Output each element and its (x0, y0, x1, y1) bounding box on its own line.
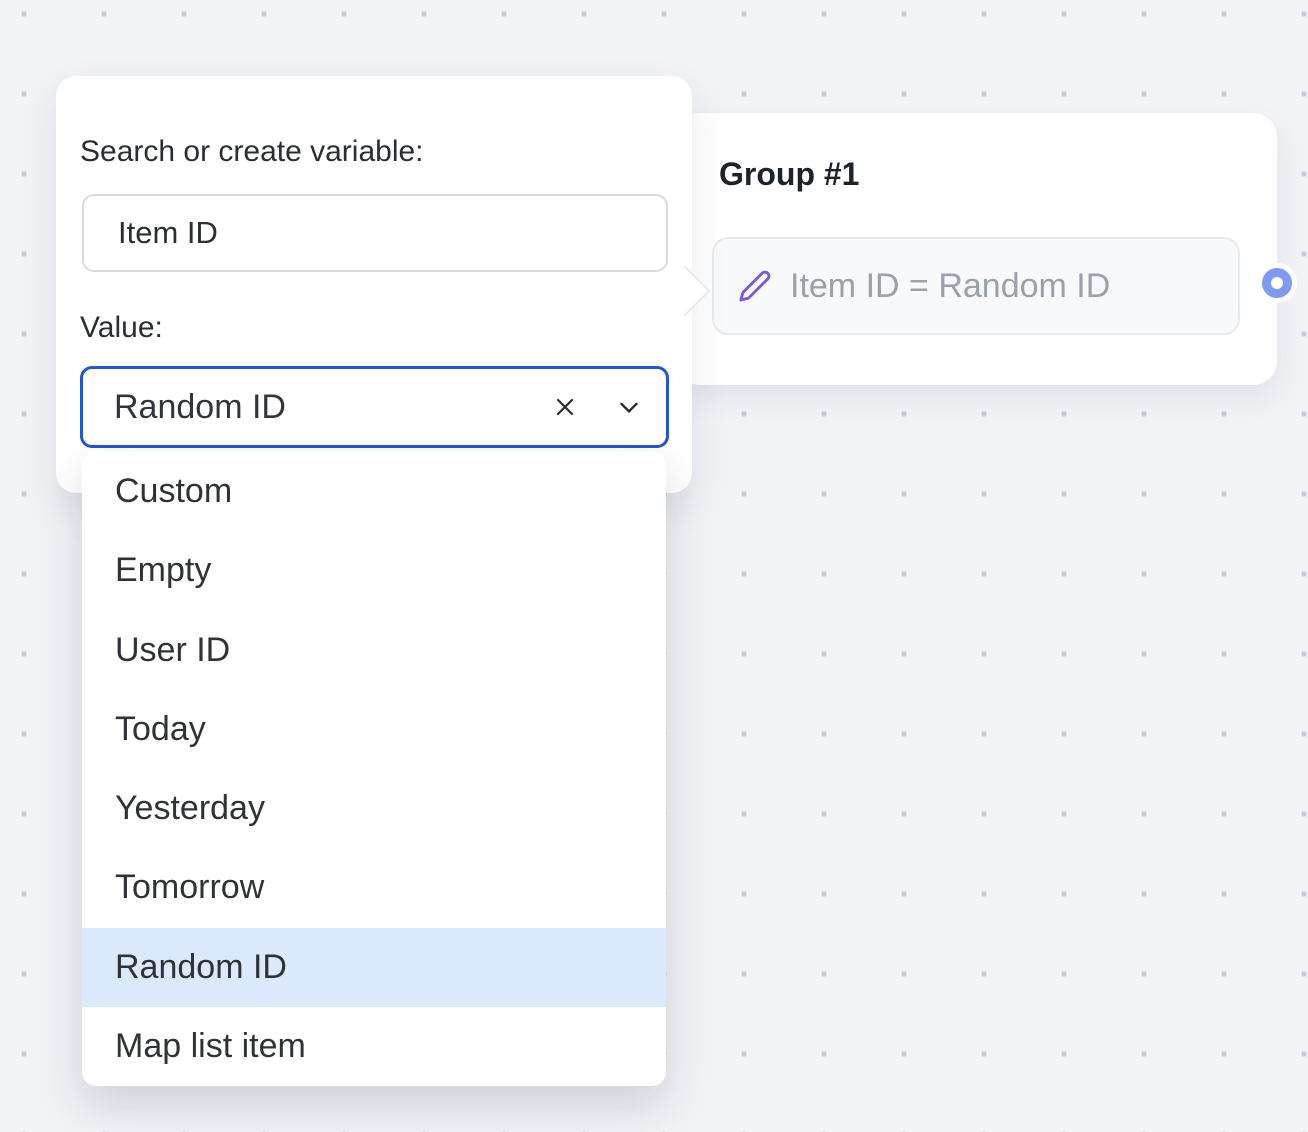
dropdown-item-label: Map list item (115, 1027, 306, 1066)
value-select[interactable]: Random ID (80, 366, 669, 448)
value-label: Value: (80, 310, 163, 346)
variable-search-input[interactable] (82, 194, 668, 272)
dropdown-item[interactable]: Today (82, 690, 666, 769)
chevron-down-icon[interactable] (614, 392, 644, 422)
condition-label: Item ID = Random ID (790, 267, 1110, 306)
value-dropdown: Custom Empty User ID Today Yesterday Tom… (82, 452, 666, 1086)
dropdown-item[interactable]: User ID (82, 611, 666, 690)
output-connector-handle[interactable] (1262, 268, 1292, 298)
dropdown-item-label: Random ID (115, 948, 287, 987)
dropdown-item-label: User ID (115, 631, 230, 670)
dropdown-item[interactable]: Empty (82, 531, 666, 610)
dropdown-item[interactable]: Random ID (82, 928, 666, 1007)
group-title: Group #1 (719, 157, 859, 192)
search-variable-label: Search or create variable: (80, 134, 424, 170)
dropdown-item-label: Yesterday (115, 789, 265, 828)
clear-icon[interactable] (551, 393, 579, 421)
dropdown-item[interactable]: Custom (82, 452, 666, 531)
dropdown-item[interactable]: Yesterday (82, 769, 666, 848)
condition-row[interactable]: Item ID = Random ID (712, 237, 1240, 335)
dropdown-item[interactable]: Map list item (82, 1007, 666, 1086)
dropdown-item-label: Custom (115, 472, 232, 511)
dropdown-item[interactable]: Tomorrow (82, 848, 666, 927)
pencil-icon[interactable] (738, 269, 772, 303)
variable-popup: Search or create variable: Value: Random… (56, 76, 692, 493)
flow-canvas: Group #1 Item ID = Random ID Search or c… (0, 0, 1308, 1132)
dropdown-item-label: Tomorrow (115, 868, 264, 907)
value-select-current: Random ID (114, 388, 286, 427)
dropdown-item-label: Empty (115, 551, 211, 590)
group-card: Group #1 Item ID = Random ID (676, 113, 1277, 385)
dropdown-item-label: Today (115, 710, 206, 749)
